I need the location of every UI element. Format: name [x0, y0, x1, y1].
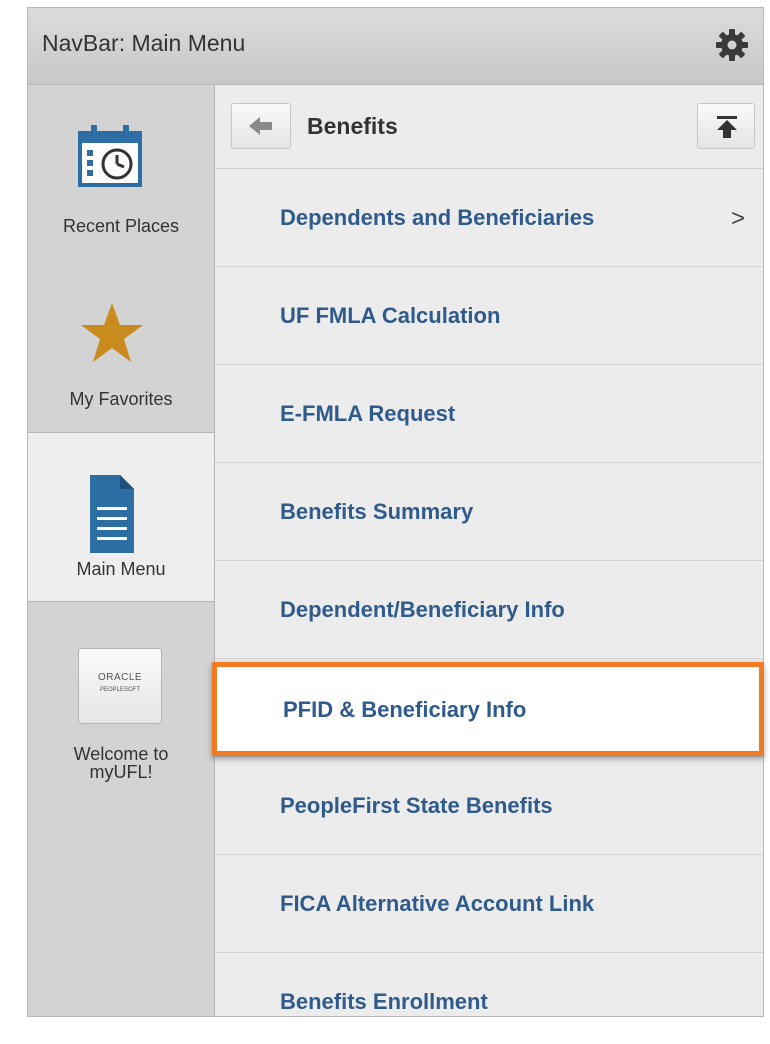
menu-list: Dependents and Beneficiaries > UF FMLA C… — [215, 169, 763, 1016]
menu-item-label: Dependent/Beneficiary Info — [280, 597, 565, 622]
navbar-rail: Recent Places My Favorites Main Menu ORA… — [28, 85, 215, 1016]
chevron-right-icon: > — [730, 205, 745, 232]
navbar-header: NavBar: Main Menu — [28, 8, 763, 85]
calendar-clock-icon — [78, 125, 142, 187]
menu-item-benefits-enrollment[interactable]: Benefits Enrollment — [215, 953, 763, 1016]
menu-item-fica-alternative-account-link[interactable]: FICA Alternative Account Link — [215, 855, 763, 953]
menu-item-dependent-beneficiary-info[interactable]: Dependent/Beneficiary Info — [215, 561, 763, 659]
rail-item-label: Main Menu — [76, 559, 166, 579]
scroll-to-top-icon — [717, 116, 737, 138]
menu-item-label: PFID & Beneficiary Info — [283, 697, 527, 722]
rail-item-welcome-myufl[interactable]: ORACLE PEOPLESOFT Welcome to myUFL! — [28, 603, 214, 803]
page-title: Benefits — [307, 113, 398, 139]
rail-item-my-favorites[interactable]: My Favorites — [28, 261, 214, 431]
menu-item-e-fmla-request[interactable]: E-FMLA Request — [215, 365, 763, 463]
logo-text-oracle: ORACLE — [97, 672, 143, 683]
menu-item-label: PeopleFirst State Benefits — [280, 793, 553, 818]
back-arrow-icon — [249, 117, 272, 135]
oracle-peoplesoft-logo: ORACLE PEOPLESOFT — [78, 648, 162, 724]
navbar-panel: NavBar: Main Menu Recent Places My Favor… — [27, 7, 764, 1017]
navbar-content: Benefits Dependents and Beneficiaries > … — [215, 85, 763, 1016]
gear-icon[interactable] — [715, 28, 749, 62]
menu-item-dependents-and-beneficiaries[interactable]: Dependents and Beneficiaries > — [215, 169, 763, 267]
back-button[interactable] — [231, 103, 291, 149]
document-icon — [90, 475, 134, 553]
rail-item-label: My Favorites — [69, 389, 173, 409]
menu-item-uf-fmla-calculation[interactable]: UF FMLA Calculation — [215, 267, 763, 365]
star-icon — [81, 303, 143, 362]
rail-item-recent-places[interactable]: Recent Places — [28, 85, 214, 261]
logo-text-peoplesoft: PEOPLESOFT — [99, 687, 140, 693]
menu-item-label: FICA Alternative Account Link — [280, 891, 595, 916]
menu-item-label: Benefits Enrollment — [280, 989, 488, 1014]
navbar-title: NavBar: Main Menu — [42, 30, 246, 56]
menu-item-label: Benefits Summary — [280, 499, 474, 524]
rail-item-main-menu[interactable]: Main Menu — [28, 432, 214, 602]
menu-item-peoplefirst-state-benefits[interactable]: PeopleFirst State Benefits — [215, 757, 763, 855]
rail-item-label: Welcome to myUFL! — [73, 744, 169, 782]
menu-item-label: E-FMLA Request — [280, 401, 456, 426]
menu-item-label: Dependents and Beneficiaries — [280, 205, 595, 230]
menu-item-label: UF FMLA Calculation — [280, 303, 501, 328]
scroll-to-top-button[interactable] — [697, 103, 755, 149]
menu-item-benefits-summary[interactable]: Benefits Summary — [215, 463, 763, 561]
screenshot-frame: NavBar: Main Menu Recent Places My Favor… — [0, 0, 770, 1044]
breadcrumb: Benefits — [215, 85, 763, 169]
rail-item-label: Recent Places — [62, 216, 180, 236]
menu-item-pfid-beneficiary-info[interactable]: PFID & Beneficiary Info — [212, 662, 764, 756]
